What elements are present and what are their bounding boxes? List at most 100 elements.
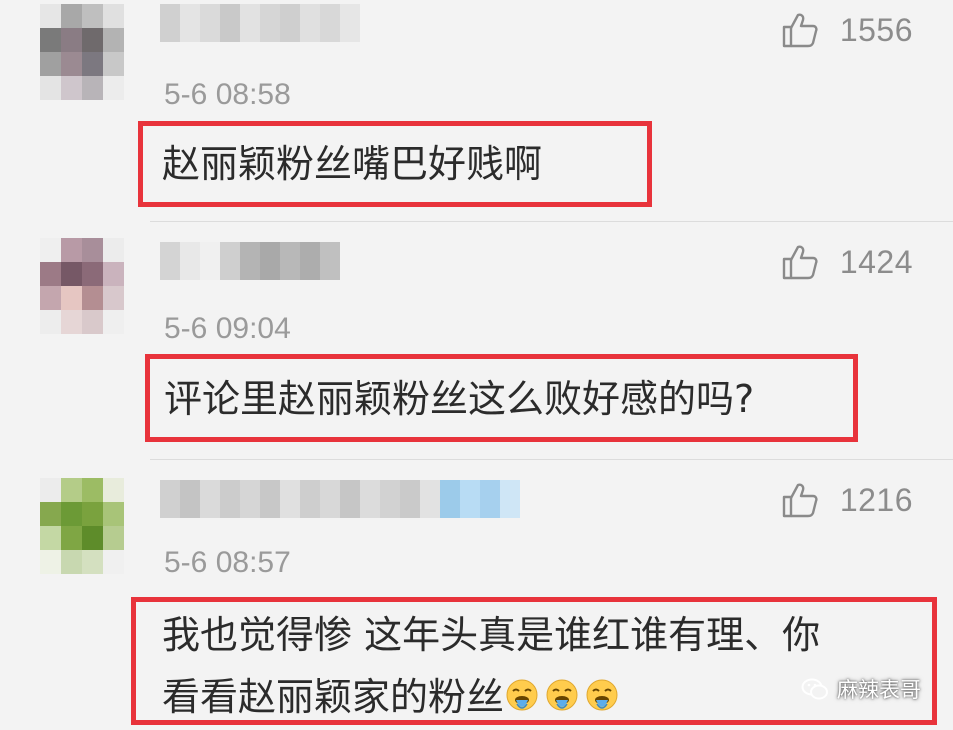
- username-pixel: [240, 480, 260, 518]
- comment-line: 我也觉得惨 这年头真是谁红谁有理、你: [162, 613, 821, 657]
- avatar-pixel: [61, 4, 82, 28]
- avatar-pixel: [40, 286, 61, 310]
- like-button[interactable]: 1216: [780, 480, 913, 520]
- avatar-pixel: [61, 526, 82, 550]
- username-pixel: [220, 4, 240, 42]
- comment-line-with-emoji: 看看赵丽颖家的粉丝: [162, 668, 820, 726]
- username-pixel: [260, 242, 280, 280]
- username-pixel: [280, 4, 300, 42]
- username-pixel: [160, 480, 180, 518]
- avatar-pixel: [103, 28, 124, 52]
- avatar-pixel: [40, 238, 61, 262]
- username-pixel: [320, 242, 340, 280]
- avatar[interactable]: [40, 4, 124, 100]
- username-pixel: [260, 4, 280, 42]
- username-pixel: [440, 480, 460, 518]
- comment-item: 1556 5-6 08:58 赵丽颖粉丝嘴巴好贱啊: [0, 0, 953, 222]
- avatar-pixel: [103, 52, 124, 76]
- avatar-pixel: [40, 478, 61, 502]
- username-pixel: [460, 480, 480, 518]
- avatar-pixel: [40, 502, 61, 526]
- avatar-pixel: [61, 310, 82, 334]
- username-pixel: [340, 4, 360, 42]
- username-pixel: [340, 480, 360, 518]
- username-pixel: [280, 480, 300, 518]
- vomiting-face-icon: [586, 679, 618, 711]
- thumbs-up-icon: [782, 13, 818, 48]
- username-pixel: [200, 242, 220, 280]
- comment-text: 赵丽颖粉丝嘴巴好贱啊: [162, 135, 542, 193]
- watermark: 麻辣表哥: [801, 674, 921, 704]
- avatar-pixel: [61, 238, 82, 262]
- username-pixel: [480, 480, 500, 518]
- emoji-group: [504, 675, 624, 719]
- username-pixel: [300, 242, 320, 280]
- username-pixel: [400, 480, 420, 518]
- avatar-pixel: [103, 286, 124, 310]
- avatar-pixel: [103, 550, 124, 574]
- avatar-pixel: [61, 286, 82, 310]
- username-pixel: [200, 480, 220, 518]
- avatar-pixel: [103, 4, 124, 28]
- avatar-pixel: [40, 310, 61, 334]
- comment-text: 我也觉得惨 这年头真是谁红谁有理、你 看看赵丽颖家的粉丝: [162, 606, 820, 726]
- avatar-pixel: [40, 526, 61, 550]
- comment-line: 评论里赵丽颖粉丝这么败好感的吗?: [164, 377, 755, 421]
- avatar-pixel: [61, 550, 82, 574]
- username-pixel: [220, 242, 240, 280]
- like-button[interactable]: 1424: [780, 242, 913, 282]
- comment-text: 评论里赵丽颖粉丝这么败好感的吗?: [164, 370, 754, 428]
- avatar-pixel: [103, 310, 124, 334]
- avatar-pixel: [82, 478, 103, 502]
- avatar-pixel: [103, 502, 124, 526]
- avatar-pixel: [40, 52, 61, 76]
- avatar-pixel: [40, 76, 61, 100]
- comment-time: 5-6 08:58: [164, 78, 291, 111]
- comment-time: 5-6 09:04: [164, 312, 291, 345]
- avatar-pixel: [82, 76, 103, 100]
- username-blurred[interactable]: [160, 242, 340, 280]
- avatar-pixel: [103, 76, 124, 100]
- avatar-pixel: [61, 28, 82, 52]
- comment-item: 1424 5-6 09:04 评论里赵丽颖粉丝这么败好感的吗?: [0, 222, 953, 460]
- username-pixel: [160, 4, 180, 42]
- watermark-text: 麻辣表哥: [837, 678, 921, 702]
- avatar-pixel: [82, 550, 103, 574]
- username-pixel: [280, 242, 300, 280]
- avatar-pixel: [82, 4, 103, 28]
- username-blurred[interactable]: [160, 4, 360, 42]
- avatar-pixel: [40, 262, 61, 286]
- comment-time: 5-6 08:57: [164, 546, 291, 579]
- avatar-pixel: [40, 28, 61, 52]
- username-pixel: [160, 242, 180, 280]
- avatar[interactable]: [40, 478, 124, 574]
- username-pixel: [300, 4, 320, 42]
- avatar-pixel: [103, 238, 124, 262]
- username-pixel: [240, 4, 260, 42]
- avatar-pixel: [82, 262, 103, 286]
- username-pixel: [220, 480, 240, 518]
- thumbs-up-icon: [782, 245, 818, 280]
- avatar-pixel: [40, 550, 61, 574]
- avatar-pixel: [82, 52, 103, 76]
- avatar-pixel: [103, 262, 124, 286]
- avatar-pixel: [103, 478, 124, 502]
- like-count: 1424: [839, 243, 913, 280]
- like-count: 1216: [839, 481, 913, 518]
- username-pixel: [300, 480, 320, 518]
- username-pixel: [360, 480, 380, 518]
- wechat-icon: [801, 678, 828, 700]
- avatar-pixel: [40, 4, 61, 28]
- avatar-pixel: [61, 76, 82, 100]
- avatar-pixel: [82, 286, 103, 310]
- avatar[interactable]: [40, 238, 124, 334]
- avatar-pixel: [82, 238, 103, 262]
- username-pixel: [180, 480, 200, 518]
- comment-line: 看看赵丽颖家的粉丝: [162, 675, 505, 719]
- like-button[interactable]: 1556: [780, 10, 913, 50]
- username-blurred[interactable]: [160, 480, 520, 518]
- vomiting-face-icon: [546, 679, 578, 711]
- avatar-pixel: [103, 526, 124, 550]
- vomiting-face-icon: [506, 679, 538, 711]
- username-pixel: [320, 480, 340, 518]
